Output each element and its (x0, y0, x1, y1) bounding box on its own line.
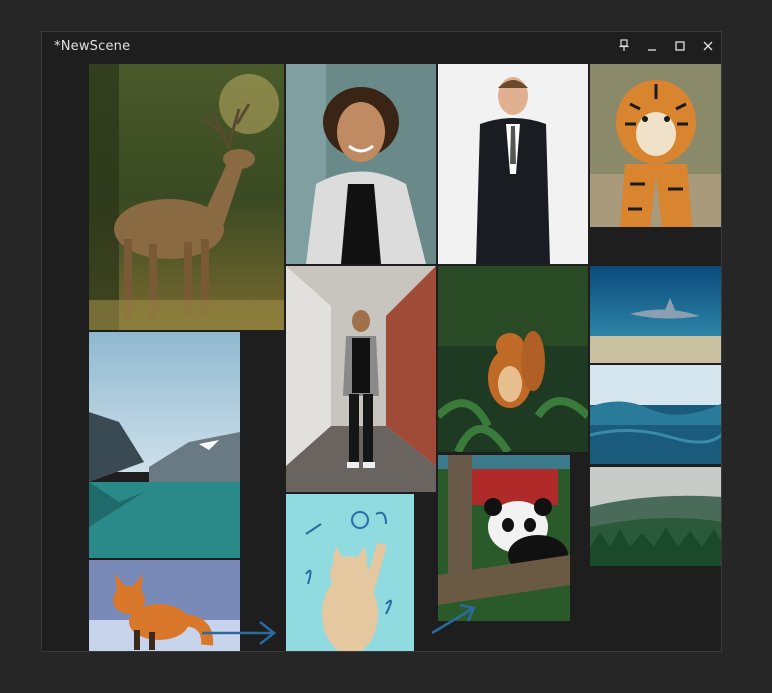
scene-window: *NewScene (41, 31, 722, 652)
image-panda[interactable] (438, 455, 570, 621)
image-shark[interactable] (590, 266, 721, 363)
title-bar[interactable]: *NewScene (42, 32, 721, 63)
scene-canvas[interactable] (42, 63, 721, 651)
image-lake-mountains[interactable] (89, 332, 240, 558)
image-man-in-suit[interactable] (438, 64, 588, 264)
image-squirrel[interactable] (438, 266, 588, 452)
image-misty-forest[interactable] (590, 467, 721, 566)
image-cat[interactable] (286, 494, 414, 651)
close-icon[interactable] (700, 38, 716, 54)
arrow-right-icon (202, 621, 277, 645)
image-ocean-waves[interactable] (590, 365, 721, 464)
maximize-icon[interactable] (672, 38, 688, 54)
arrow-diagonal-icon (431, 603, 476, 635)
window-title: *NewScene (54, 39, 131, 54)
image-woman-portrait[interactable] (286, 64, 436, 264)
minimize-icon[interactable] (644, 38, 660, 54)
image-deer[interactable] (89, 64, 284, 330)
image-tiger[interactable] (590, 64, 721, 227)
image-man-in-alley[interactable] (286, 266, 436, 492)
pin-icon[interactable] (616, 38, 632, 54)
